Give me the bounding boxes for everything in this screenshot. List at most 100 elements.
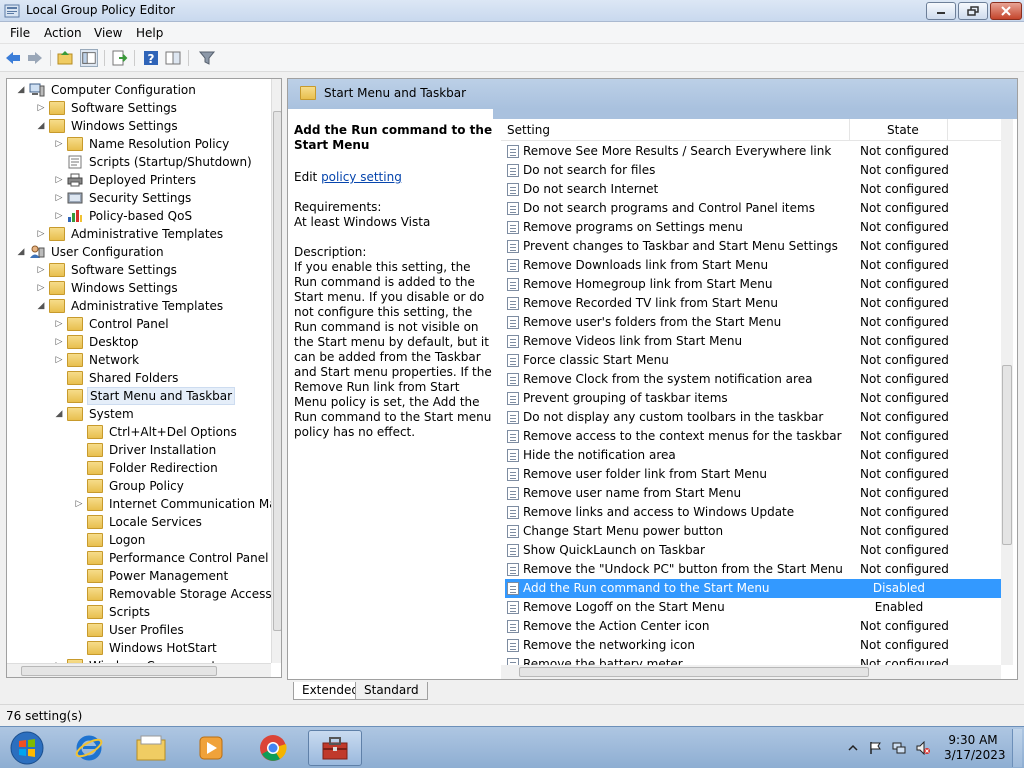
chrome-icon — [260, 735, 287, 761]
minimize-button[interactable] — [926, 2, 956, 20]
taskbar-media-player[interactable] — [184, 730, 238, 766]
show-desktop-button[interactable] — [1012, 729, 1022, 767]
setting-row[interactable]: Remove access to the context menus for t… — [505, 427, 1001, 446]
properties-view-icon[interactable] — [164, 49, 182, 67]
system-clock[interactable]: 9:30 AM 3/17/2023 — [944, 733, 1006, 763]
setting-row[interactable]: Do not search programs and Control Panel… — [505, 199, 1001, 218]
setting-row[interactable]: Remove user folder link from Start Menu N… — [505, 465, 1001, 484]
restore-icon — [967, 6, 979, 16]
window-title: Local Group Policy Editor — [26, 3, 176, 17]
setting-row[interactable]: Change Start Menu power button Not config… — [505, 522, 1001, 541]
tab-standard[interactable]: Standard — [355, 682, 428, 700]
collapsed-arrow-icon[interactable]: ▷ — [53, 135, 65, 153]
setting-name: Prevent changes to Taskbar and Start Men… — [523, 239, 838, 253]
setting-row[interactable]: Add the Run command to the Start Menu Dis… — [505, 579, 1001, 598]
collapsed-arrow-icon[interactable]: ▷ — [53, 351, 65, 369]
taskbar-chrome[interactable] — [246, 730, 300, 766]
tree-horizontal-scrollbar[interactable] — [7, 663, 271, 677]
filter-icon[interactable] — [198, 49, 216, 67]
setting-row[interactable]: Remove See More Results / Search Everywh… — [505, 142, 1001, 161]
list-hscroll-thumb[interactable] — [519, 667, 869, 677]
setting-row[interactable]: Remove the Action Center icon Not configu… — [505, 617, 1001, 636]
setting-row[interactable]: Remove user's folders from the Start Men… — [505, 313, 1001, 332]
list-vertical-scrollbar[interactable] — [1001, 119, 1013, 665]
collapsed-arrow-icon[interactable]: ▷ — [35, 261, 47, 279]
list-horizontal-scrollbar[interactable] — [501, 665, 1001, 679]
collapsed-arrow-icon[interactable]: ▷ — [35, 99, 47, 117]
collapsed-arrow-icon[interactable]: ▷ — [53, 333, 65, 351]
start-button[interactable] — [0, 730, 54, 766]
tree-node-label: Folder Redirection — [109, 461, 218, 475]
toolbar: ? — [0, 44, 1024, 72]
column-state[interactable]: State — [887, 123, 919, 137]
collapsed-arrow-icon[interactable]: ▷ — [53, 189, 65, 207]
menu-help[interactable]: Help — [136, 26, 163, 40]
collapsed-arrow-icon[interactable]: ▷ — [53, 207, 65, 225]
tree-node-label: Power Management — [109, 569, 229, 583]
setting-row[interactable]: Do not search for files Not configured — [505, 161, 1001, 180]
expanded-arrow-icon[interactable]: ◢ — [53, 405, 65, 423]
help-icon[interactable]: ? — [142, 49, 160, 67]
restore-button[interactable] — [958, 2, 988, 20]
expanded-arrow-icon[interactable]: ◢ — [35, 297, 47, 315]
show-hidden-icons-icon[interactable] — [846, 741, 860, 755]
setting-row[interactable]: Remove Downloads link from Start Menu Not… — [505, 256, 1001, 275]
setting-row[interactable]: Remove the networking icon Not configured — [505, 636, 1001, 655]
setting-row[interactable]: Prevent grouping of taskbar items Not con… — [505, 389, 1001, 408]
setting-row[interactable]: Do not search Internet Not configured — [505, 180, 1001, 199]
taskbar-group-policy-editor[interactable] — [308, 730, 362, 766]
setting-row[interactable]: Remove the "Undock PC" button from the S… — [505, 560, 1001, 579]
setting-row[interactable]: Remove Homegroup link from Start Menu Not… — [505, 275, 1001, 294]
up-folder-icon[interactable] — [56, 49, 74, 67]
action-center-flag-icon[interactable] — [868, 741, 882, 755]
collapsed-arrow-icon[interactable]: ▷ — [73, 495, 85, 513]
menu-file[interactable]: File — [10, 26, 30, 40]
network-icon[interactable] — [892, 741, 906, 755]
setting-state: Not configured — [860, 163, 949, 177]
setting-state: Not configured — [860, 296, 949, 310]
setting-state: Not configured — [860, 448, 949, 462]
tree-hscroll-thumb[interactable] — [21, 666, 217, 676]
setting-name: Remove Homegroup link from Start Menu — [523, 277, 773, 291]
setting-row[interactable]: Remove Logoff on the Start Menu Enabled — [505, 598, 1001, 617]
show-hide-tree-icon[interactable] — [80, 49, 98, 67]
volume-muted-icon[interactable] — [916, 741, 930, 755]
policy-setting-icon — [507, 202, 519, 215]
taskbar-internet-explorer[interactable] — [62, 730, 116, 766]
setting-state: Disabled — [872, 581, 926, 595]
collapsed-arrow-icon[interactable]: ▷ — [53, 315, 65, 333]
column-setting[interactable]: Setting — [507, 123, 550, 137]
expanded-arrow-icon[interactable]: ◢ — [15, 243, 27, 261]
menu-action[interactable]: Action — [44, 26, 82, 40]
tree-vertical-scrollbar[interactable] — [271, 79, 281, 663]
expanded-arrow-icon[interactable]: ◢ — [35, 117, 47, 135]
taskbar-file-explorer[interactable] — [124, 730, 178, 766]
setting-row[interactable]: Remove links and access to Windows Updat… — [505, 503, 1001, 522]
list-scroll-thumb[interactable] — [1002, 365, 1012, 545]
back-arrow-icon[interactable] — [4, 49, 22, 67]
folder-icon — [49, 263, 65, 277]
collapsed-arrow-icon[interactable]: ▷ — [53, 171, 65, 189]
setting-row[interactable]: Remove user name from Start Menu Not conf… — [505, 484, 1001, 503]
tree-scroll-thumb[interactable] — [273, 111, 281, 631]
setting-name: Remove Recorded TV link from Start Menu — [523, 296, 778, 310]
menu-view[interactable]: View — [94, 26, 122, 40]
collapsed-arrow-icon[interactable]: ▷ — [35, 225, 47, 243]
setting-row[interactable]: Remove Videos link from Start Menu Not co… — [505, 332, 1001, 351]
setting-row[interactable]: Hide the notification area Not configured — [505, 446, 1001, 465]
edit-policy-link[interactable]: policy setting — [321, 170, 402, 184]
setting-row[interactable]: Prevent changes to Taskbar and Start Men… — [505, 237, 1001, 256]
policy-setting-icon — [507, 297, 519, 310]
setting-row[interactable]: Force classic Start Menu Not configured — [505, 351, 1001, 370]
setting-row[interactable]: Remove Clock from the system notificatio… — [505, 370, 1001, 389]
setting-row[interactable]: Show QuickLaunch on Taskbar Not configure… — [505, 541, 1001, 560]
setting-row[interactable]: Remove Recorded TV link from Start Menu N… — [505, 294, 1001, 313]
close-button[interactable] — [990, 2, 1022, 20]
export-list-icon[interactable] — [110, 49, 128, 67]
computer-icon — [29, 83, 45, 97]
expanded-arrow-icon[interactable]: ◢ — [15, 81, 27, 99]
setting-row[interactable]: Remove programs on Settings menu Not conf… — [505, 218, 1001, 237]
setting-row[interactable]: Do not display any custom toolbars in th… — [505, 408, 1001, 427]
collapsed-arrow-icon[interactable]: ▷ — [35, 279, 47, 297]
forward-arrow-icon[interactable] — [26, 49, 44, 67]
